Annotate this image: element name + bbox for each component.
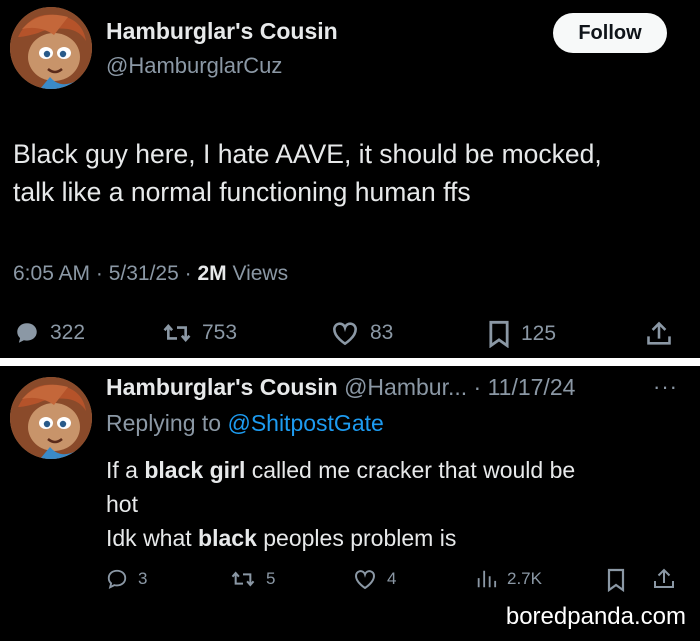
avatar[interactable]: [10, 377, 92, 459]
text-fragment: Idk what: [106, 525, 199, 551]
views-count: 2.7K: [507, 569, 542, 588]
more-options-icon[interactable]: ···: [653, 374, 678, 400]
views-button[interactable]: 2.7K: [475, 568, 542, 590]
text-fragment: If a: [106, 457, 145, 483]
repost-count: 5: [266, 569, 276, 588]
avatar-image: [10, 7, 92, 89]
reply-button[interactable]: 322: [14, 320, 85, 346]
reply-icon: [17, 323, 37, 343]
repost-button[interactable]: 753: [162, 320, 237, 346]
user-handle[interactable]: @Hambur...: [344, 374, 467, 400]
heart-icon: [355, 570, 375, 590]
tweet-text: If a black girl called me cracker that w…: [106, 453, 686, 555]
reply-count: 322: [50, 321, 86, 344]
reply-header: Hamburglar's Cousin @Hambur... · 11/17/2…: [106, 374, 575, 401]
tweet-text-line: hot: [106, 491, 138, 517]
text-highlight: black: [198, 525, 257, 551]
watermark: boredpanda.com: [505, 603, 686, 630]
bookmark-button[interactable]: 125: [487, 320, 556, 348]
replying-to: Replying to @ShitpostGate: [106, 410, 384, 437]
mention-link[interactable]: @ShitpostGate: [227, 410, 383, 436]
tweet-panel-reply: Hamburglar's Cousin @Hambur... · 11/17/2…: [0, 366, 700, 641]
views-label: Views: [226, 262, 289, 285]
tweet-text-line: Black guy here, I hate AAVE, it should b…: [13, 139, 602, 169]
repost-icon: [231, 571, 255, 587]
tweet-meta: 6:05 AM · 5/31/25 · 2M Views: [13, 262, 288, 286]
bookmark-icon: [489, 320, 509, 348]
repost-count: 753: [202, 321, 238, 344]
bookmark-button[interactable]: [606, 568, 626, 592]
share-icon: [654, 568, 674, 588]
like-button[interactable]: 4: [353, 568, 396, 590]
reply-icon: [107, 569, 127, 589]
like-button[interactable]: 83: [330, 320, 393, 346]
timestamp[interactable]: · 11/17/24: [467, 374, 576, 400]
timestamp[interactable]: 6:05 AM · 5/31/25 ·: [13, 262, 197, 285]
tweet-panel-main: Hamburglar's Cousin @HamburglarCuz Follo…: [0, 0, 700, 358]
reply-count: 3: [138, 569, 148, 588]
replying-prefix: Replying to: [106, 410, 228, 436]
views-icon: [477, 570, 497, 588]
text-fragment: peoples problem is: [256, 525, 457, 551]
avatar-image: [10, 377, 92, 459]
heart-icon: [333, 322, 357, 346]
tweet-text: Black guy here, I hate AAVE, it should b…: [13, 135, 693, 211]
like-count: 83: [370, 321, 394, 344]
repost-button[interactable]: 5: [230, 568, 275, 590]
tweet-text-line: Idk what black peoples problem is: [106, 521, 686, 555]
share-icon: [647, 321, 671, 345]
tweet-text-line: talk like a normal functioning human ffs: [13, 177, 471, 207]
share-button[interactable]: [652, 567, 676, 591]
text-fragment: called me cracker that would be: [245, 457, 576, 483]
user-handle[interactable]: @HamburglarCuz: [106, 53, 282, 79]
views-count: 2M: [197, 262, 227, 285]
share-button[interactable]: [645, 320, 673, 348]
bookmark-icon: [607, 568, 625, 592]
bookmark-count: 125: [521, 322, 557, 345]
display-name[interactable]: Hamburglar's Cousin: [106, 18, 338, 45]
reply-button[interactable]: 3: [106, 568, 147, 590]
follow-button[interactable]: Follow: [553, 13, 667, 53]
avatar[interactable]: [10, 7, 92, 89]
display-name[interactable]: Hamburglar's Cousin: [106, 374, 338, 400]
like-count: 4: [387, 569, 397, 588]
text-highlight: black girl: [144, 457, 246, 483]
repost-icon: [163, 323, 191, 343]
tweet-text-line: If a black girl called me cracker that w…: [106, 453, 686, 487]
